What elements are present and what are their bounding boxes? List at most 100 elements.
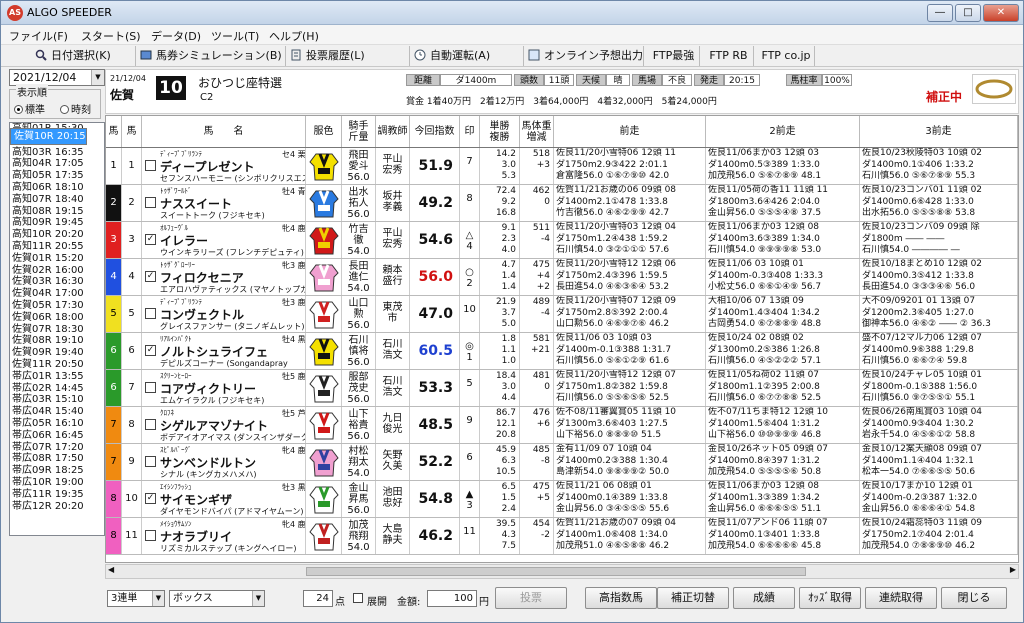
select-checkbox[interactable]: ✓ xyxy=(145,234,156,245)
order-time-radio[interactable]: 時刻 xyxy=(60,101,91,116)
menu-tools[interactable]: ツール(T) xyxy=(211,28,259,44)
horse-number-cell[interactable]: 7 xyxy=(122,370,142,406)
race-list-item[interactable]: 高知08R 19:15 xyxy=(10,206,104,218)
bet-type-select[interactable]: 3連単 ▼ xyxy=(107,590,165,607)
horse-name-cell[interactable]: ｽﾋﾟﾙﾊﾞｰｸﾞ 牝4 鹿 サンベンドルトン シナル (キングカメハメハ) xyxy=(142,444,306,480)
expand-checkbox[interactable] xyxy=(353,593,363,603)
race-list-item[interactable]: 佐賀04R 17:00 xyxy=(10,288,104,300)
table-row[interactable]: 44 ✓ ﾄｩｻﾞｸﾞﾛｰﾘｰ 牝3 鹿 フィロクセニア エアロハヴァティックス… xyxy=(106,259,1018,296)
horse-name-cell[interactable]: ✓ ｵﾙﾌｪｰｳﾞﾙ 牝4 鹿 イレラー ウインキラリーズ (フレンチデピュティ… xyxy=(142,222,306,258)
prev-race-1-cell[interactable]: 佐賀11/21お歳の07 09頭 04 ダ1400m1.0⑥408 1:34.0 加… xyxy=(554,518,706,554)
ticket-simulation-button[interactable]: 馬券シミュレーション(B) xyxy=(135,46,282,66)
horse-name-cell[interactable]: ｸﾛﾌﾈ 牡5 芦鹿 シゲルアマゾナイト ボデアイオアイマス (ダンスインザダー… xyxy=(142,407,306,443)
horse-name-cell[interactable]: ✓ ﾄｩｻﾞｸﾞﾛｰﾘｰ 牝3 鹿 フィロクセニア エアロハヴァティックス (マ… xyxy=(142,259,306,295)
race-list-item[interactable]: 帯広07R 17:20 xyxy=(10,442,104,454)
high-index-button[interactable]: 高指数馬 xyxy=(585,587,657,609)
race-list-item[interactable]: 帯広08R 17:50 xyxy=(10,453,104,465)
table-row[interactable]: 78 ｸﾛﾌﾈ 牡5 芦鹿 シゲルアマゾナイト ボデアイオアイマス (ダンスイン… xyxy=(106,407,1018,444)
select-checkbox[interactable] xyxy=(145,382,156,393)
prev-race-3-cell[interactable]: 佐良10/18まとめ10 12頭 02 ダ1400m0.3⑤412 1:33.8 長… xyxy=(860,259,1018,295)
table-row[interactable]: 8 11 ﾒｲｼｮｳｻﾑｿﾝ 牝4 鹿 ナオラブリイ リズミカルステップ (キング… xyxy=(106,518,1018,555)
race-list-item[interactable]: 高知07R 18:40 xyxy=(10,194,104,206)
race-list-item[interactable]: 高知11R 20:55 xyxy=(10,241,104,253)
horse-name-cell[interactable]: ﾄｩｻﾞﾜｰﾙﾄﾞ 牡4 青 ナススイート スイートトーク (フジキセキ) xyxy=(142,185,306,221)
horse-number-cell[interactable]: 10 xyxy=(122,481,142,517)
horse-number-cell[interactable]: 11 xyxy=(122,518,142,554)
prev-race-1-cell[interactable]: 佐良11/20小雪特12 12頭 07 ダ1750m1.8②382 1:59.8 石… xyxy=(554,370,706,406)
prev-race-1-cell[interactable]: 佐良11/20小雪特12 12頭 06 ダ1750m2.4③396 1:59.5 長… xyxy=(554,259,706,295)
table-row[interactable]: 55 ﾃﾞｨｰﾌﾟﾌﾞﾘﾗﾝﾃ 牡3 鹿 コンヴェクトル グレイスファンサー (… xyxy=(106,296,1018,333)
horse-name-cell[interactable]: ﾃﾞｨｰﾌﾟﾌﾞﾘﾗﾝﾃ セ4 栗 ディープレゼント セフンスハーモニー (シン… xyxy=(142,148,306,184)
race-list-item[interactable]: 高知06R 18:10 xyxy=(10,182,104,194)
prev-race-2-cell[interactable]: 大相10/06 07 13頭 09 ダ1400m1.4③404 1:34.2 古岡勇… xyxy=(706,296,860,332)
continuous-get-button[interactable]: 連続取得 xyxy=(865,587,937,609)
prev-race-3-cell[interactable]: 佐良10/24霜蕊特03 11頭 09 ダ1750m2.1⑦404 2:01.4 加… xyxy=(860,518,1018,554)
race-list-item[interactable]: 帯広01R 13:55 xyxy=(10,371,104,383)
horse-name-cell[interactable]: ﾒｲｼｮｳｻﾑｿﾝ 牝4 鹿 ナオラブリイ リズミカルステップ (キングヘイロー… xyxy=(142,518,306,554)
race-list-item[interactable]: 佐賀05R 17:30 xyxy=(10,300,104,312)
points-field[interactable]: 24 xyxy=(303,590,333,607)
prev-race-3-cell[interactable]: 佐良10/23秋陵特03 10頭 02 ダ1400m0.1①406 1:33.2 石… xyxy=(860,148,1018,184)
prev-race-1-cell[interactable]: 佐良11/20小雪特07 12頭 09 ダ1750m2.8⑤392 2:00.4 山… xyxy=(554,296,706,332)
prev-race-3-cell[interactable]: 佐良10/23コンバ09 09頭 除ダ1800m ―― ―― 石川慎54.0 ――… xyxy=(860,222,1018,258)
prev-race-1-cell[interactable]: 佐良11/20小雪特06 12頭 11 ダ1750m2.9③422 2:01.1 倉… xyxy=(554,148,706,184)
prev-race-3-cell[interactable]: 佐良10/24チャレ05 10頭 01 ダ1800m-0.1⑤388 1:56.0… xyxy=(860,370,1018,406)
scroll-thumb[interactable] xyxy=(306,567,806,576)
select-checkbox[interactable]: ✓ xyxy=(145,271,156,282)
select-checkbox[interactable] xyxy=(145,160,156,171)
race-list-item[interactable]: 帯広05R 16:10 xyxy=(10,418,104,430)
horse-number-cell[interactable]: 1 xyxy=(122,148,142,184)
prev-race-1-cell[interactable]: 佐不08/11審翼賞05 11頭 10 ダ1300m3.6⑥403 1:27.5 山… xyxy=(554,407,706,443)
bet-method-select[interactable]: ボックス ▼ xyxy=(169,590,265,607)
column-header-index[interactable]: 今回指数 xyxy=(410,116,460,147)
horse-number-cell[interactable]: 2 xyxy=(122,185,142,221)
prev-race-3-cell[interactable]: 盛不07/12マル力06 12頭 07 ダ1400m0.9⑥388 1:29.8 石… xyxy=(860,333,1018,369)
prev-race-2-cell[interactable]: 佐良11/06まか03 12頭 08 ダ1400m1.3③389 1:34.2 金山… xyxy=(706,481,860,517)
prev-race-1-cell[interactable]: 佐良11/20小雪特03 12頭 04 ダ1750m1.2④438 1:59.2 石… xyxy=(554,222,706,258)
horse-number-cell[interactable]: 4 xyxy=(122,259,142,295)
column-header-mark[interactable]: 印 xyxy=(460,116,480,147)
table-row[interactable]: 79 ｽﾋﾟﾙﾊﾞｰｸﾞ 牝4 鹿 サンベンドルトン シナル (キングカメハメハ… xyxy=(106,444,1018,481)
prev-race-1-cell[interactable]: 佐良11/06 03 10頭 03 ダ1400m-0.1③388 1:31.7 石川… xyxy=(554,333,706,369)
race-list-item[interactable]: 帯広04R 15:40 xyxy=(10,406,104,418)
vote-history-button[interactable]: 投票履歴(L) xyxy=(285,46,397,66)
race-list-item[interactable]: 帯広11R 19:35 xyxy=(10,489,104,501)
select-checkbox[interactable] xyxy=(145,419,156,430)
menu-data[interactable]: データ(D) xyxy=(151,28,201,44)
select-checkbox[interactable] xyxy=(145,530,156,541)
correction-toggle-button[interactable]: 補正切替 xyxy=(657,587,729,609)
results-button[interactable]: 成績 xyxy=(733,587,795,609)
horse-number-cell[interactable]: 5 xyxy=(122,296,142,332)
prev-race-3-cell[interactable]: 大不09/09201 01 13頭 07 ダ1200m2.3⑥405 1:27.0… xyxy=(860,296,1018,332)
prev-race-2-cell[interactable]: 佐良11/06まか03 12頭 08 ダ1400m3.6③389 1:34.0 石川… xyxy=(706,222,860,258)
race-list[interactable]: 高知01R 15:30高知02R 16:05高知03R 16:35高知04R 1… xyxy=(9,122,105,536)
race-list-item[interactable]: 帯広02R 14:45 xyxy=(10,383,104,395)
race-list-item[interactable]: 高知04R 17:05 xyxy=(10,158,104,170)
column-header-number[interactable]: 馬 xyxy=(122,116,142,147)
online-forecast-button[interactable]: オンライン予想出力 xyxy=(523,46,643,66)
select-checkbox[interactable] xyxy=(145,456,156,467)
column-header-weight[interactable]: 馬体重 増減 xyxy=(520,116,554,147)
scroll-left-icon[interactable]: ◀ xyxy=(108,565,114,574)
minimize-button[interactable]: ― xyxy=(927,4,953,22)
prev-race-2-cell[interactable]: 佐良10/24 02 08頭 02 ダ1300m0.2⑤386 1:26.8 石川慎… xyxy=(706,333,860,369)
prev-race-2-cell[interactable]: 佐良11/05ね荷02 11頭 07 ダ1800m1.1②395 2:00.8 石川… xyxy=(706,370,860,406)
vote-button[interactable]: 投票 xyxy=(495,587,567,609)
select-checkbox[interactable] xyxy=(145,308,156,319)
maximize-button[interactable]: □ xyxy=(955,4,981,22)
horse-number-cell[interactable]: 6 xyxy=(122,333,142,369)
amount-field[interactable]: 100 xyxy=(427,590,477,607)
select-checkbox[interactable]: ✓ xyxy=(145,345,156,356)
scroll-right-icon[interactable]: ▶ xyxy=(1010,565,1016,574)
prev-race-2-cell[interactable]: 佐良11/06 03 10頭 01 ダ1400m-0.3③408 1:33.3 小松… xyxy=(706,259,860,295)
horse-name-cell[interactable]: ✓ ｴｲｼﾝﾌﾗｯｼｭ 牡3 黒鹿 サイモンギザ ダイヤモンドバイパ (アドマイ… xyxy=(142,481,306,517)
race-list-item[interactable]: 帯広12R 20:20 xyxy=(10,501,104,513)
race-list-item[interactable]: 佐賀06R 18:00 xyxy=(10,312,104,324)
race-list-item[interactable]: 高知05R 17:35 xyxy=(10,170,104,182)
get-odds-button[interactable]: ｵｯｽﾞ取得 xyxy=(799,587,861,609)
horse-name-cell[interactable]: ｽｸﾘｰﾝﾋｰﾛｰ 牡5 鹿 コアヴィクトリー エムケイラクル (フジキセキ) xyxy=(142,370,306,406)
race-list-item[interactable]: 佐賀03R 16:30 xyxy=(10,276,104,288)
race-list-item[interactable]: 帯広10R 19:00 xyxy=(10,477,104,489)
select-checkbox[interactable] xyxy=(145,197,156,208)
prev-race-2-cell[interactable]: 佐良11/05荷の香11 11頭 11 ダ1800m3.6④426 2:04.0 金… xyxy=(706,185,860,221)
